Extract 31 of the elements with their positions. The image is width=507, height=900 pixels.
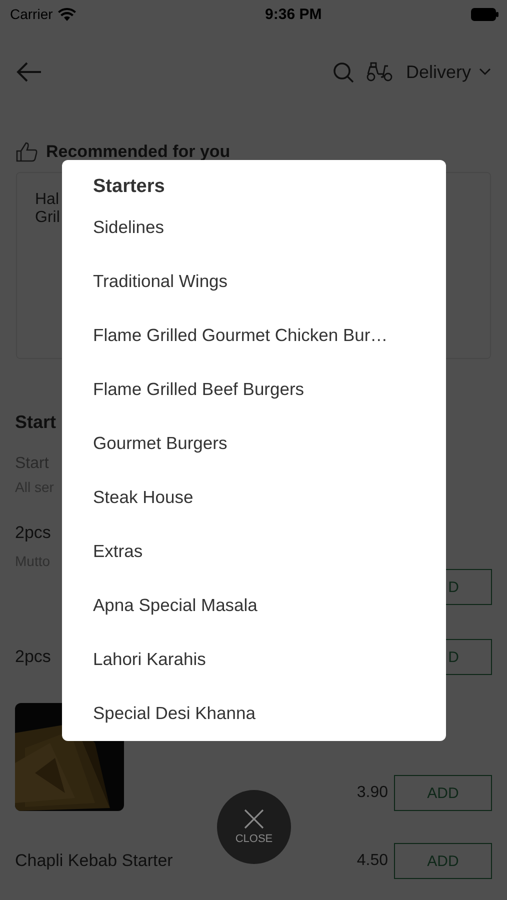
menu-item[interactable]: Lahori Karahis (93, 632, 436, 686)
wifi-icon (58, 8, 76, 20)
close-icon (244, 809, 264, 829)
section-heading: Recommended for you (46, 142, 230, 162)
battery-icon (470, 8, 499, 20)
menu-item[interactable]: Gourmet Burgers (93, 416, 436, 470)
close-button[interactable]: CLOSE (217, 790, 291, 864)
dish-name: Chapli Kebab Starter (15, 851, 173, 871)
search-icon[interactable] (332, 62, 354, 82)
chevron-down-icon (479, 68, 491, 76)
menu-item[interactable]: Flame Grilled Gourmet Chicken Bur… (93, 308, 436, 362)
menu-item[interactable]: Special Desi Khanna (93, 686, 436, 740)
dish-name: 2pcs (15, 523, 52, 543)
menu-item[interactable]: Traditional Wings (93, 254, 436, 308)
menu-item[interactable]: Steak House (93, 470, 436, 524)
menu-item[interactable]: Sidelines (93, 200, 436, 254)
price: 4.50 (356, 852, 388, 870)
dish-name: 2pcs (15, 647, 51, 667)
price: 3.90 (356, 784, 388, 802)
menu-title: Starters (93, 175, 166, 199)
category-heading: Start (15, 412, 58, 433)
back-arrow-icon[interactable] (16, 62, 42, 82)
status-time: 9:36 PM (265, 6, 322, 22)
carrier-label: Carrier (10, 6, 53, 22)
menu-item[interactable]: Extras (93, 524, 436, 578)
thumbs-up-icon (16, 142, 38, 162)
menu-item[interactable]: Apna Special Masala (93, 578, 436, 632)
menu-item[interactable]: Flame Grilled Beef Burgers (93, 362, 436, 416)
scooter-icon[interactable] (366, 62, 394, 82)
dish-name: Gril (35, 209, 60, 227)
dish-name: Hal (35, 191, 60, 209)
